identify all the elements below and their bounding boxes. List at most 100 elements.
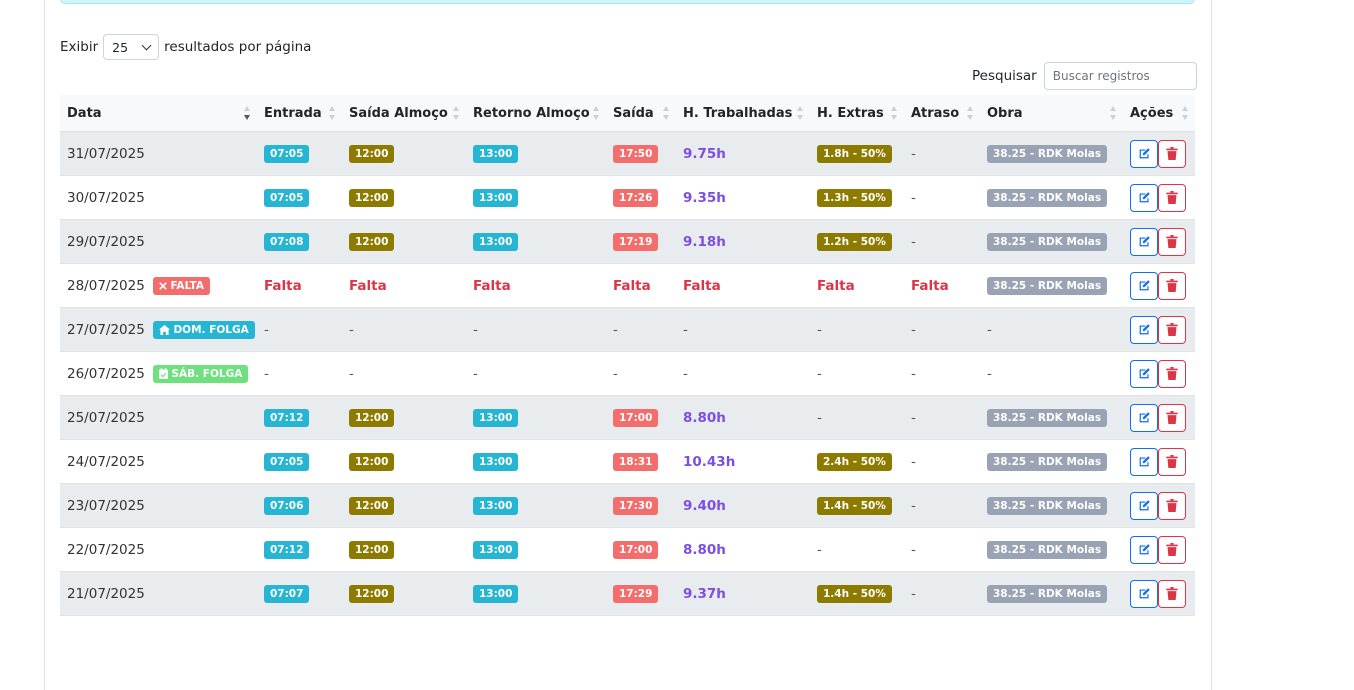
edit-icon (1138, 542, 1151, 558)
cell-entrada: 07:05 (257, 175, 342, 220)
cell-obra: 38.25 - RDK Molas (980, 483, 1123, 528)
edit-button[interactable] (1130, 491, 1158, 520)
table-row: 25/07/2025 07:12 12:00 13:00 17:00 8.80h - - 38.… (60, 395, 1195, 440)
retorno-almoco-value: 13:00 (473, 584, 519, 603)
empty-value: - (911, 145, 916, 162)
edit-button[interactable] (1130, 139, 1158, 168)
search-input[interactable] (1043, 62, 1197, 90)
sort-icon (329, 106, 336, 120)
cell-obra: 38.25 - RDK Molas (980, 131, 1123, 176)
col-header-atraso[interactable]: Atraso (904, 95, 980, 132)
empty-value: - (987, 321, 992, 338)
edit-button[interactable] (1130, 579, 1158, 608)
col-header-data[interactable]: Data (60, 95, 257, 132)
cell-horas-trabalhadas: 10.43h (676, 439, 810, 484)
saida-value: 17:50 (613, 144, 659, 163)
horas-extras-value: 1.4h - 50% (817, 584, 892, 603)
edit-button[interactable] (1130, 271, 1158, 300)
col-header-retorno-almoco[interactable]: Retorno Almoço (466, 95, 606, 132)
date-text: 23/07/2025 (67, 497, 145, 514)
cell-data: 28/07/2025 FALTA (60, 263, 257, 308)
edit-button[interactable] (1130, 227, 1158, 256)
cell-horas-trabalhadas: 9.18h (676, 219, 810, 264)
cell-horas-extras: 2.4h - 50% (810, 439, 904, 484)
edit-button[interactable] (1130, 183, 1158, 212)
cell-acoes (1123, 395, 1195, 440)
delete-button[interactable] (1158, 491, 1186, 520)
saida-value: 18:31 (613, 452, 659, 471)
empty-value: - (613, 321, 618, 338)
delete-button[interactable] (1158, 271, 1186, 300)
date-text: 30/07/2025 (67, 189, 145, 206)
table-row: 30/07/2025 07:05 12:00 13:00 17:26 9.35h 1.3h … (60, 175, 1195, 220)
cell-horas-trabalhadas: - (676, 351, 810, 396)
col-header-horas[interactable]: H. Trabalhadas (676, 95, 810, 132)
cell-data: 26/07/2025 SÁB. FOLGA (60, 351, 257, 396)
delete-button[interactable] (1158, 359, 1186, 388)
edit-button[interactable] (1130, 447, 1158, 476)
records-table: Data Entrada Saída Almoço Retorno Almoço… (60, 95, 1195, 616)
retorno-almoco-value: 13:00 (473, 144, 519, 163)
col-header-saida-almoco[interactable]: Saída Almoço (342, 95, 466, 132)
col-header-saida[interactable]: Saída (606, 95, 676, 132)
delete-button[interactable] (1158, 447, 1186, 476)
delete-button[interactable] (1158, 535, 1186, 564)
cell-horas-extras: - (810, 527, 904, 572)
cell-saida: 17:29 (606, 571, 676, 616)
cell-atraso: - (904, 395, 980, 440)
cell-retorno-almoco: Falta (466, 263, 606, 308)
cell-acoes (1123, 219, 1195, 264)
page-length-select[interactable]: 25 (103, 34, 160, 60)
sort-icon (1182, 106, 1189, 120)
col-header-acoes[interactable]: Ações (1123, 95, 1195, 132)
cell-saida-almoco: 12:00 (342, 175, 466, 220)
sort-icon (453, 106, 460, 120)
edit-button[interactable] (1130, 535, 1158, 564)
delete-button[interactable] (1158, 183, 1186, 212)
delete-button[interactable] (1158, 579, 1186, 608)
empty-value: - (987, 365, 992, 382)
obra-value: 38.25 - RDK Molas (987, 584, 1108, 603)
cell-acoes (1123, 175, 1195, 220)
info-alert (60, 0, 1195, 4)
trash-icon (1166, 498, 1178, 514)
date-text: 29/07/2025 (67, 233, 145, 250)
col-header-entrada[interactable]: Entrada (257, 95, 342, 132)
date-text: 27/07/2025 (67, 321, 145, 338)
cell-saida: 18:31 (606, 439, 676, 484)
cell-horas-extras: 1.3h - 50% (810, 175, 904, 220)
cell-horas-extras: 1.4h - 50% (810, 483, 904, 528)
falta-text: Falta (349, 277, 387, 294)
saida-value: 17:19 (613, 232, 659, 251)
cell-retorno-almoco: 13:00 (466, 571, 606, 616)
cell-horas-extras: 1.8h - 50% (810, 131, 904, 176)
col-header-extras[interactable]: H. Extras (810, 95, 904, 132)
retorno-almoco-value: 13:00 (473, 232, 519, 251)
empty-value: - (473, 321, 478, 338)
trash-icon (1166, 190, 1178, 206)
page-length-value: 25 (112, 39, 129, 55)
cell-data: 25/07/2025 (60, 395, 257, 440)
delete-button[interactable] (1158, 227, 1186, 256)
delete-button[interactable] (1158, 403, 1186, 432)
date-text: 22/07/2025 (67, 541, 145, 558)
cell-retorno-almoco: 13:00 (466, 527, 606, 572)
empty-value: - (911, 189, 916, 206)
edit-button[interactable] (1130, 315, 1158, 344)
obra-value: 38.25 - RDK Molas (987, 540, 1108, 559)
empty-value: - (349, 365, 354, 382)
retorno-almoco-value: 13:00 (473, 540, 519, 559)
edit-button[interactable] (1130, 403, 1158, 432)
edit-button[interactable] (1130, 359, 1158, 388)
table-row: 21/07/2025 07:07 12:00 13:00 17:29 9.37h 1.4h … (60, 571, 1195, 616)
cell-horas-trabalhadas: 9.75h (676, 131, 810, 176)
delete-button[interactable] (1158, 139, 1186, 168)
page-length-control: Exibir 25 resultados por página (60, 34, 311, 60)
col-header-obra[interactable]: Obra (980, 95, 1123, 132)
cell-obra: - (980, 307, 1123, 352)
cell-saida-almoco: Falta (342, 263, 466, 308)
falta-text: Falta (473, 277, 511, 294)
cell-saida: Falta (606, 263, 676, 308)
delete-button[interactable] (1158, 315, 1186, 344)
saida-almoco-value: 12:00 (349, 408, 395, 427)
